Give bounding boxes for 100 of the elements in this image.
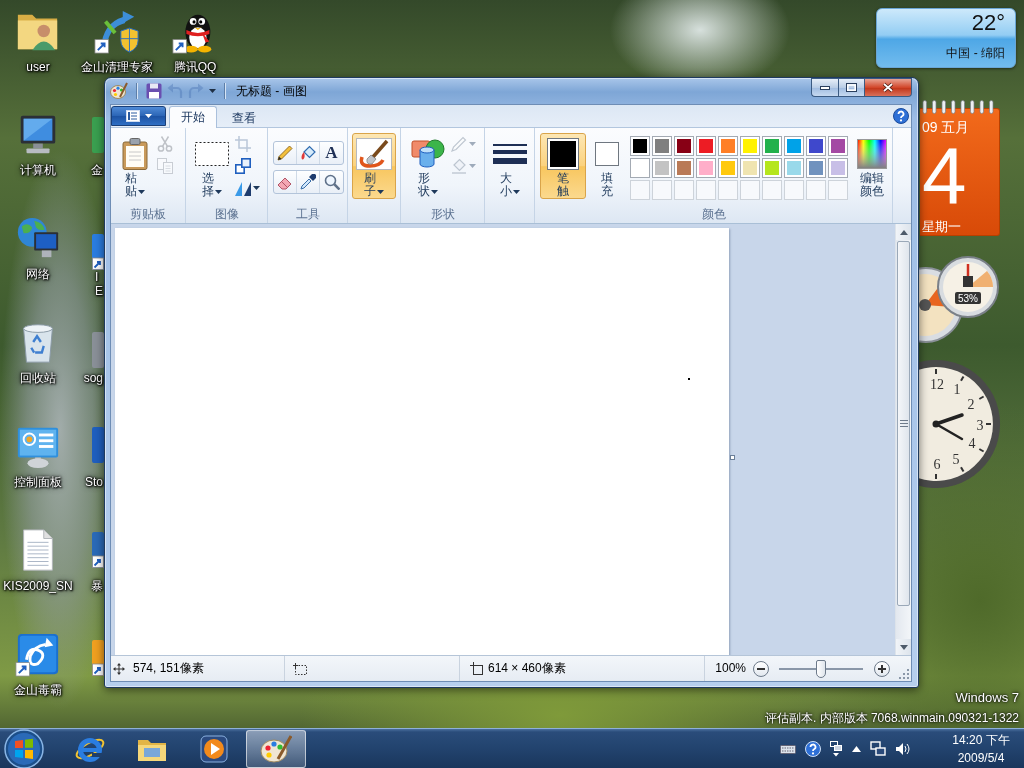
- color-swatch-icon[interactable]: [696, 136, 716, 156]
- down-arrow-icon: [899, 644, 908, 650]
- color-swatch-icon[interactable]: [740, 158, 760, 178]
- play-icon: [198, 732, 230, 765]
- pencil-icon: [277, 145, 293, 161]
- ribbon-tab[interactable]: 开始: [169, 106, 217, 128]
- month-text: 09 五月: [922, 119, 971, 135]
- empty-color-slot[interactable]: [718, 180, 738, 200]
- color-swatch-icon[interactable]: [806, 136, 826, 156]
- empty-color-slot[interactable]: [674, 180, 694, 200]
- app-menu-button[interactable]: [111, 106, 166, 126]
- window-title: 无标题 - 画图: [236, 83, 307, 99]
- scroll-up-button[interactable]: [896, 224, 911, 240]
- icon-label: 回收站: [20, 371, 56, 385]
- partial-app-icon[interactable]: [92, 638, 104, 678]
- color-swatch-icon[interactable]: [674, 158, 694, 178]
- clock-date: 2009/5/4: [956, 749, 1006, 767]
- document-icon: [125, 110, 140, 122]
- partial-app-icon[interactable]: [92, 530, 104, 570]
- color-swatch-icon[interactable]: [652, 158, 672, 178]
- icon-label: user: [26, 60, 50, 74]
- minimize-button[interactable]: [811, 78, 838, 97]
- color-swatch-icon[interactable]: [718, 136, 738, 156]
- clock-numeral: 12: [930, 377, 944, 392]
- clock-numeral: 1: [953, 382, 961, 397]
- text-tool-button[interactable]: A: [320, 142, 343, 164]
- maximize-icon: [846, 83, 857, 92]
- empty-color-slot[interactable]: [630, 180, 650, 200]
- empty-color-slot[interactable]: [828, 180, 848, 200]
- help-icon[interactable]: [893, 108, 909, 124]
- location-text: 中国 - 绵阳: [945, 45, 1005, 61]
- edit-colors-button[interactable]: 编辑颜色: [852, 133, 892, 199]
- empty-color-slot[interactable]: [696, 180, 716, 200]
- color-picker-button[interactable]: [297, 171, 320, 193]
- taskbar-button[interactable]: [246, 729, 306, 768]
- color-swatch-icon[interactable]: [784, 136, 804, 156]
- two-screens-icon[interactable]: [870, 741, 886, 756]
- clock-numeral: 2: [967, 397, 975, 412]
- caret-icon[interactable]: [209, 89, 216, 93]
- size-button[interactable]: 大小: [489, 133, 531, 199]
- caret-icon: [138, 190, 145, 194]
- color-swatch-icon[interactable]: [652, 136, 672, 156]
- color-swatch-icon[interactable]: [630, 136, 650, 156]
- color-swatch-icon[interactable]: [828, 158, 848, 178]
- day-number: 4: [922, 141, 968, 211]
- zoom-out-button[interactable]: [753, 660, 769, 677]
- line-widths-icon: [493, 141, 527, 166]
- icon-label: 金山清理专家: [81, 60, 153, 74]
- close-button[interactable]: [865, 78, 912, 97]
- color-swatch-icon[interactable]: [784, 158, 804, 178]
- color-swatch-icon[interactable]: [828, 136, 848, 156]
- empty-color-slot[interactable]: [740, 180, 760, 200]
- color-swatch-icon[interactable]: [762, 158, 782, 178]
- empty-color-slot[interactable]: [652, 180, 672, 200]
- swoosh-shield-icon[interactable]: [94, 8, 140, 54]
- pen-outline-icon: [451, 136, 467, 152]
- palette-icon[interactable]: [110, 82, 128, 100]
- color-swatch-icon[interactable]: [696, 158, 716, 178]
- empty-color-slot[interactable]: [762, 180, 782, 200]
- resize-handle[interactable]: [730, 455, 735, 460]
- save-icon[interactable]: [146, 83, 162, 99]
- stacked-windows-icon[interactable]: [830, 740, 843, 757]
- icon-label: 金: [91, 163, 103, 177]
- empty-color-slot[interactable]: [784, 180, 804, 200]
- plus-icon: [878, 664, 886, 673]
- close-icon: [882, 82, 894, 93]
- color-swatch-icon[interactable]: [762, 136, 782, 156]
- ribbon-tab[interactable]: 查看: [220, 107, 268, 128]
- rotate-button[interactable]: [235, 180, 260, 196]
- scroll-down-button[interactable]: [896, 639, 911, 655]
- build-text: 评估副本. 内部版本 7068.winmain.090321-1322: [764, 710, 1019, 727]
- group-label: 颜色: [700, 207, 727, 223]
- stroke-color-button[interactable]: 笔触: [540, 133, 586, 199]
- minus-icon: [757, 667, 765, 670]
- edition-text: Windows 7: [954, 689, 1019, 706]
- brushes-button[interactable]: 刷子: [352, 133, 396, 199]
- caret-icon: [469, 142, 476, 146]
- color-swatch-icon[interactable]: [718, 158, 738, 178]
- color-swatch-icon[interactable]: [740, 136, 760, 156]
- slider-thumb[interactable]: [816, 659, 826, 678]
- maximize-button[interactable]: [838, 78, 865, 97]
- shapes-button[interactable]: 形状: [409, 133, 447, 199]
- pencil-tool-button[interactable]: [274, 142, 297, 164]
- icon-label: sog: [83, 371, 103, 385]
- flag-orb-icon[interactable]: [4, 728, 44, 768]
- fill-color-button[interactable]: 填充: [590, 133, 624, 199]
- select-button[interactable]: 选择: [193, 133, 231, 199]
- scroll-thumb[interactable]: [897, 241, 910, 606]
- empty-color-slot[interactable]: [806, 180, 826, 200]
- up-arrow-icon[interactable]: [852, 745, 861, 752]
- resize-icon[interactable]: [235, 158, 251, 174]
- color-swatch-icon[interactable]: [674, 136, 694, 156]
- zoom-in-button[interactable]: [874, 660, 890, 677]
- canvas-size: 614 × 460像素: [488, 661, 566, 676]
- resize-grip-icon[interactable]: [899, 669, 909, 679]
- icon-label: 金山毒霸: [14, 683, 62, 697]
- paste-button[interactable]: 粘贴: [117, 133, 153, 199]
- color-swatch-icon[interactable]: [806, 158, 826, 178]
- color-swatch-icon[interactable]: [630, 158, 650, 178]
- paintbrush-icon: [356, 137, 392, 170]
